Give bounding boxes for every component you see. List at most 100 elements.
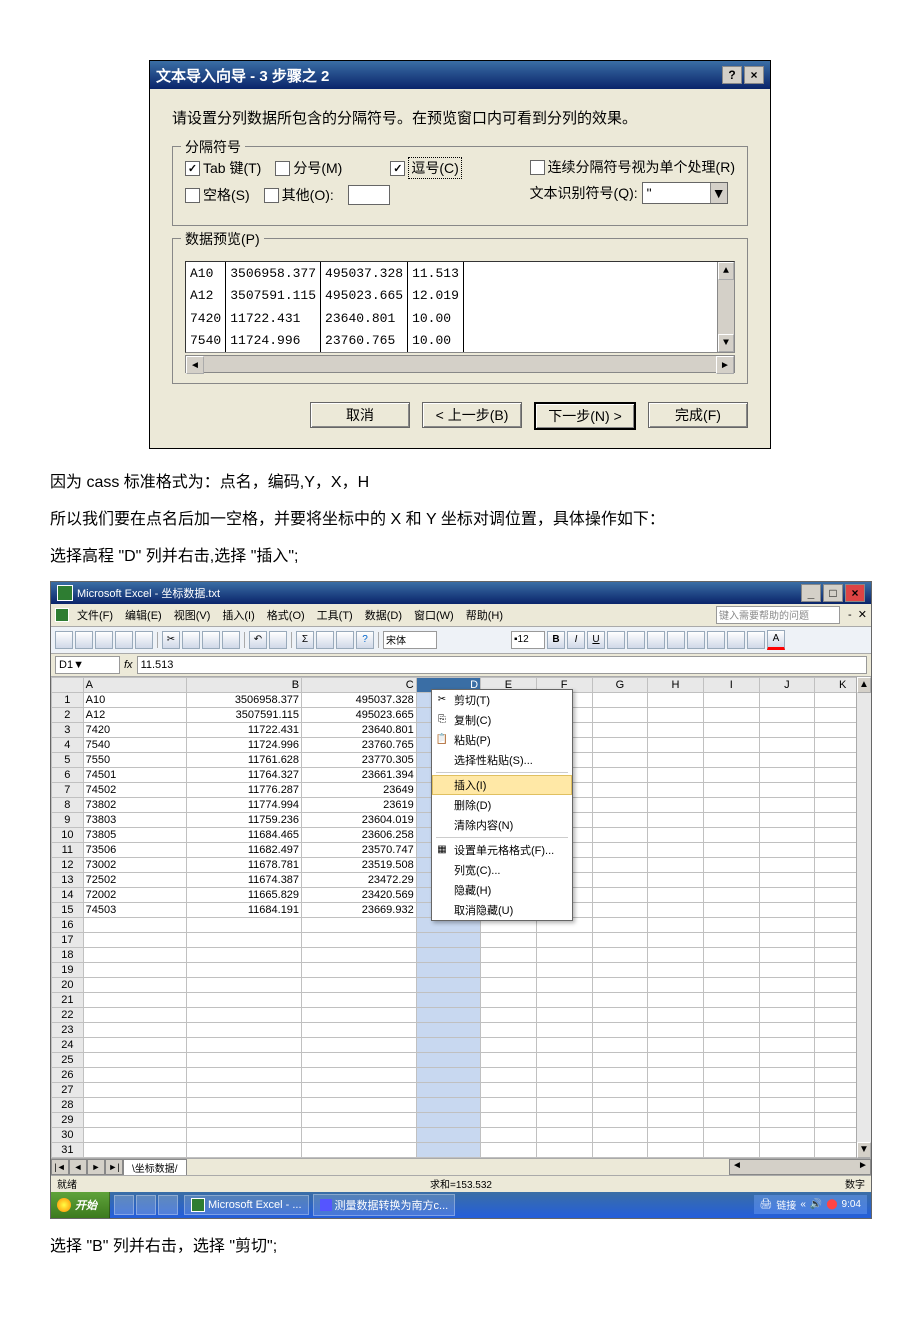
cell[interactable]: [592, 872, 648, 887]
column-header[interactable]: B: [187, 677, 302, 692]
cell[interactable]: [759, 977, 815, 992]
cell[interactable]: 23649: [302, 782, 417, 797]
cell[interactable]: [648, 947, 704, 962]
cell[interactable]: [759, 947, 815, 962]
cell[interactable]: [759, 722, 815, 737]
cell[interactable]: [536, 1082, 592, 1097]
cell[interactable]: [416, 1037, 480, 1052]
cell[interactable]: [703, 902, 759, 917]
cell[interactable]: 74503: [83, 902, 187, 917]
cell[interactable]: [592, 692, 648, 707]
cell[interactable]: [703, 722, 759, 737]
fill-color-icon[interactable]: [747, 631, 765, 649]
align-right-icon[interactable]: [647, 631, 665, 649]
cell[interactable]: 72502: [83, 872, 187, 887]
cell[interactable]: [703, 752, 759, 767]
back-button[interactable]: < 上一步(B): [422, 402, 522, 428]
cell[interactable]: A10: [83, 692, 187, 707]
cell[interactable]: [302, 1052, 417, 1067]
ctx-clear[interactable]: 清除内容(N): [432, 815, 572, 835]
cell[interactable]: 23472.29: [302, 872, 417, 887]
scroll-left-icon[interactable]: ◄: [186, 356, 204, 374]
cell[interactable]: [592, 947, 648, 962]
cell[interactable]: [481, 977, 537, 992]
cell[interactable]: [481, 1082, 537, 1097]
start-button[interactable]: 开始: [51, 1192, 110, 1218]
other-delimiter-input[interactable]: [348, 185, 390, 205]
cell[interactable]: [703, 842, 759, 857]
cell[interactable]: [703, 932, 759, 947]
cell[interactable]: [83, 932, 187, 947]
cell[interactable]: [648, 842, 704, 857]
cell[interactable]: [648, 1067, 704, 1082]
cell[interactable]: [759, 887, 815, 902]
cell[interactable]: 7550: [83, 752, 187, 767]
cell[interactable]: [302, 962, 417, 977]
cell[interactable]: [592, 1082, 648, 1097]
cell[interactable]: [481, 1142, 537, 1157]
row-header[interactable]: 23: [52, 1022, 84, 1037]
cell[interactable]: [648, 887, 704, 902]
cell[interactable]: [759, 797, 815, 812]
row-header[interactable]: 22: [52, 1007, 84, 1022]
column-header[interactable]: C: [302, 677, 417, 692]
row-header[interactable]: 10: [52, 827, 84, 842]
cell[interactable]: [759, 842, 815, 857]
cell[interactable]: 11684.191: [187, 902, 302, 917]
borders-icon[interactable]: [727, 631, 745, 649]
cell[interactable]: [759, 1097, 815, 1112]
cell[interactable]: [648, 812, 704, 827]
cell[interactable]: [536, 977, 592, 992]
menu-item[interactable]: 帮助(H): [462, 606, 507, 624]
cell[interactable]: [592, 917, 648, 932]
row-header[interactable]: 29: [52, 1112, 84, 1127]
taskbar-item[interactable]: 测量数据转换为南方c...: [313, 1194, 456, 1216]
space-checkbox[interactable]: 空格(S): [185, 185, 250, 205]
print-icon[interactable]: [115, 631, 133, 649]
cell[interactable]: 495037.328: [302, 692, 417, 707]
currency-icon[interactable]: [687, 631, 705, 649]
menu-item[interactable]: 格式(O): [263, 606, 309, 624]
font-name-combo[interactable]: 宋体: [383, 631, 437, 649]
preview-icon[interactable]: [135, 631, 153, 649]
cell[interactable]: [592, 1037, 648, 1052]
row-header[interactable]: 30: [52, 1127, 84, 1142]
cell[interactable]: [759, 1037, 815, 1052]
row-header[interactable]: 3: [52, 722, 84, 737]
tab-last-icon[interactable]: ►|: [105, 1159, 123, 1175]
cell[interactable]: [83, 962, 187, 977]
cell[interactable]: [592, 1022, 648, 1037]
cell[interactable]: [302, 977, 417, 992]
cell[interactable]: [592, 1097, 648, 1112]
cell[interactable]: 11776.287: [187, 782, 302, 797]
cell[interactable]: [759, 767, 815, 782]
row-header[interactable]: 6: [52, 767, 84, 782]
tab-prev-icon[interactable]: ◄: [69, 1159, 87, 1175]
cell[interactable]: [759, 1052, 815, 1067]
cell[interactable]: [302, 992, 417, 1007]
cell[interactable]: [481, 1067, 537, 1082]
tab-next-icon[interactable]: ►: [87, 1159, 105, 1175]
column-header[interactable]: J: [759, 677, 815, 692]
other-checkbox[interactable]: 其他(O):: [264, 185, 334, 205]
cell[interactable]: [302, 932, 417, 947]
row-header[interactable]: 27: [52, 1082, 84, 1097]
menu-item[interactable]: 工具(T): [313, 606, 357, 624]
cell[interactable]: [592, 707, 648, 722]
cell[interactable]: 74501: [83, 767, 187, 782]
cell[interactable]: [648, 752, 704, 767]
cell[interactable]: [759, 917, 815, 932]
cell[interactable]: [703, 737, 759, 752]
cell[interactable]: 73802: [83, 797, 187, 812]
next-button[interactable]: 下一步(N) >: [534, 402, 636, 430]
sum-icon[interactable]: Σ: [296, 631, 314, 649]
cell[interactable]: [83, 1127, 187, 1142]
cell[interactable]: [648, 737, 704, 752]
cell[interactable]: [592, 977, 648, 992]
cell[interactable]: [759, 827, 815, 842]
cell[interactable]: [648, 797, 704, 812]
cell[interactable]: [481, 962, 537, 977]
horizontal-scrollbar[interactable]: ◄ ►: [185, 355, 735, 373]
cell[interactable]: [648, 782, 704, 797]
cell[interactable]: [187, 932, 302, 947]
